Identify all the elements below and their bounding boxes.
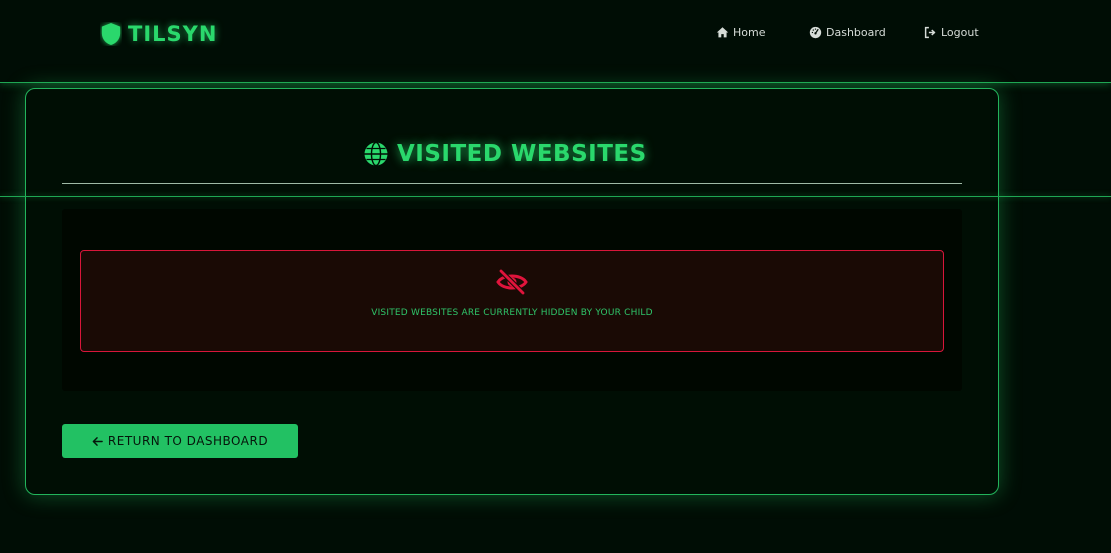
brand-logo[interactable]: TILSYN	[100, 22, 217, 46]
scan-line-divider	[0, 196, 1111, 197]
nav-home-label: Home	[733, 26, 766, 39]
top-navbar: TILSYN Home Dashboard Logout	[0, 0, 1111, 83]
page-title-text: VISITED WEBSITES	[397, 141, 647, 167]
nav-dashboard-link[interactable]: Dashboard	[809, 26, 886, 39]
title-divider	[62, 183, 962, 184]
websites-panel: VISITED WEBSITES ARE CURRENTLY HIDDEN BY…	[62, 209, 962, 391]
nav-home-link[interactable]: Home	[716, 26, 765, 39]
eye-slash-icon	[496, 269, 528, 295]
globe-icon	[364, 141, 388, 167]
visited-websites-card: VISITED WEBSITES VISITED WEBSITES ARE CU…	[25, 88, 999, 495]
hidden-alert-message: VISITED WEBSITES ARE CURRENTLY HIDDEN BY…	[371, 308, 653, 318]
return-to-dashboard-button[interactable]: RETURN TO DASHBOARD	[62, 424, 298, 458]
page-title: VISITED WEBSITES	[363, 141, 647, 167]
gauge-icon	[809, 26, 822, 39]
nav-dashboard-label: Dashboard	[826, 26, 886, 39]
logout-icon	[924, 26, 936, 39]
arrow-left-icon	[92, 436, 103, 446]
nav-logout-label: Logout	[941, 26, 979, 39]
brand-name: TILSYN	[128, 22, 218, 46]
shield-icon	[101, 23, 121, 45]
home-icon	[716, 27, 729, 38]
nav-logout-link[interactable]: Logout	[924, 26, 979, 39]
hidden-alert: VISITED WEBSITES ARE CURRENTLY HIDDEN BY…	[80, 250, 944, 352]
return-to-dashboard-label: RETURN TO DASHBOARD	[107, 434, 269, 448]
